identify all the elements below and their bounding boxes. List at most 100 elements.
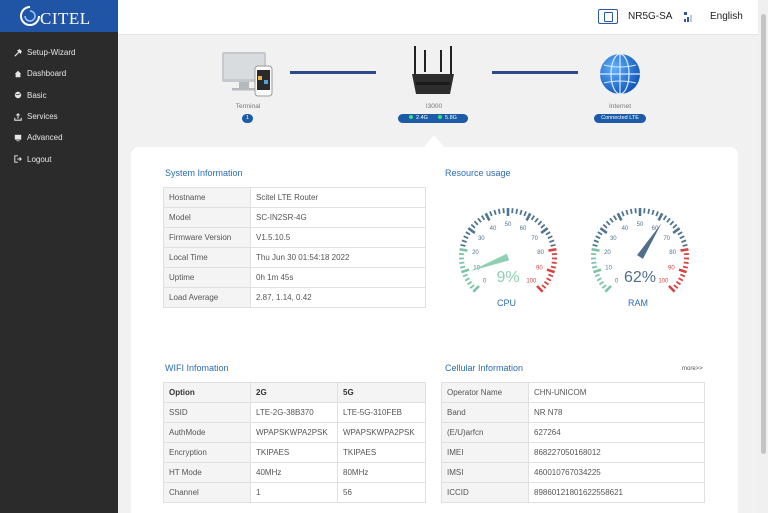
table-row: Firmware Version V1.5.10.5	[163, 227, 426, 248]
row-key: Channel	[163, 482, 251, 503]
wrench-icon	[13, 48, 22, 57]
table-row: IMEI 868227050168012	[441, 442, 705, 463]
row-value: 460010767034225	[528, 462, 705, 483]
router-icon	[412, 46, 454, 94]
row-value: CHN-UNICOM	[528, 382, 705, 403]
top-header: NR5G-SA English	[118, 0, 758, 35]
gauge-tick-label: 100	[526, 279, 537, 285]
wifi-info-title: WIFI Infomation	[165, 363, 229, 373]
table-row: Load Average 2.87, 1.14, 0.42	[163, 287, 426, 308]
brand-logo[interactable]: CITEL	[0, 0, 118, 32]
row-key: Band	[441, 402, 529, 423]
row-value: 0h 1m 45s	[250, 267, 426, 288]
row-value: 2.87, 1.14, 0.42	[250, 287, 426, 308]
router-label: I3000	[425, 103, 443, 110]
table-row: (E/U)arfcn 627264	[441, 422, 705, 443]
row-value: LTE-5G-310FEB	[337, 402, 426, 423]
cellular-more-link[interactable]: more>>	[682, 366, 703, 372]
sidebar-item-setup-wizard[interactable]: Setup-Wizard	[0, 42, 118, 63]
table-row: HT Mode 40MHz 80MHz	[163, 462, 426, 483]
sidebar-menu: Setup-Wizard Dashboard Basic Services Ad…	[0, 32, 118, 170]
gauge-tick-label: 80	[537, 250, 544, 256]
sidebar-item-logout[interactable]: Logout	[0, 148, 118, 169]
ram-gauge-label: RAM	[628, 298, 648, 308]
row-key: ICCID	[441, 482, 529, 503]
row-value: NR N78	[528, 402, 705, 423]
terminal-router-link	[290, 71, 376, 74]
gauge-tick-label: 0	[615, 279, 619, 285]
table-row: IMSI 460010767034225	[441, 462, 705, 483]
sidebar-item-basic[interactable]: Basic	[0, 85, 118, 106]
gauge-tick-label: 70	[531, 236, 538, 242]
row-value: 89860121801622558621	[528, 482, 705, 503]
row-value: 627264	[528, 422, 705, 443]
table-row: Encryption TKIPAES TKIPAES	[163, 442, 426, 463]
row-key: IMSI	[441, 462, 529, 483]
cellular-info-table: Operator Name CHN-UNICOM Band NR N78 (E/U)ar…	[441, 382, 705, 503]
gauge-tick-label: 0	[483, 279, 487, 285]
row-value: 1	[250, 482, 338, 503]
terminal-device-icon	[222, 52, 273, 97]
gauge-tick-label: 20	[604, 250, 611, 256]
band-2g-label: 2.4G	[416, 115, 428, 121]
gauge-tick-label: 90	[668, 265, 675, 271]
row-value: 40MHz	[250, 462, 338, 483]
row-key: Local Time	[163, 247, 251, 268]
logo-swirl-icon	[20, 6, 40, 26]
row-key: Firmware Version	[163, 227, 251, 248]
table-row: AuthMode WPAPSKWPA2PSK WPAPSKWPA2PSK	[163, 422, 426, 443]
sidebar-item-label: Logout	[27, 154, 52, 164]
row-value: Scitel LTE Router	[250, 187, 426, 208]
gauge-tick-label: 10	[605, 265, 612, 271]
sidebar-item-dashboard[interactable]: Dashboard	[0, 63, 118, 84]
row-key: (E/U)arfcn	[441, 422, 529, 443]
row-value: LTE-2G-38B370	[250, 402, 338, 423]
gauge-tick-label: 50	[505, 222, 512, 228]
row-key: Model	[163, 207, 251, 228]
band-2g-status-icon	[409, 115, 414, 120]
row-value: 80MHz	[337, 462, 426, 483]
language-selector[interactable]: English	[710, 11, 743, 22]
cpu-gauge-value: 9%	[496, 269, 519, 286]
row-key: Hostname	[163, 187, 251, 208]
cellular-info-title: Cellular Information	[445, 363, 524, 373]
sidebar-item-label: Advanced	[27, 133, 63, 143]
column-header: Option	[163, 382, 251, 403]
table-row: Hostname Scitel LTE Router	[163, 187, 426, 208]
band-5g-label: 5.8G	[445, 115, 457, 121]
router-internet-link	[492, 71, 578, 74]
gauge-tick-label: 70	[663, 236, 670, 242]
globe-icon	[13, 91, 22, 100]
table-row: Band NR N78	[441, 402, 705, 423]
router-band-badge[interactable]: 2.4G 5.8G	[398, 114, 468, 123]
sidebar-item-label: Setup-Wizard	[27, 48, 76, 58]
cloud-upload-icon	[13, 112, 22, 121]
gauge-tick-label: 80	[669, 250, 676, 256]
table-row: Operator Name CHN-UNICOM	[441, 382, 705, 403]
column-header: 2G	[250, 382, 338, 403]
table-row: ICCID 89860121801622558621	[441, 482, 705, 503]
gauge-tick-label: 30	[610, 236, 617, 242]
band-5g-status-icon	[438, 115, 443, 120]
row-key: Load Average	[163, 287, 251, 308]
internet-label: Internet	[608, 103, 632, 110]
table-row: Option 2G 5G	[163, 382, 426, 403]
logout-icon	[13, 155, 22, 164]
terminal-count-badge[interactable]: 1	[242, 114, 253, 123]
row-value: 868227050168012	[528, 442, 705, 463]
scrollbar-thumb[interactable]	[761, 14, 766, 454]
home-icon	[13, 69, 22, 78]
sidebar-item-label: Services	[27, 112, 58, 122]
gauge-tick-label: 40	[622, 226, 629, 232]
internet-status-badge[interactable]: Connected LTE	[594, 114, 646, 123]
sidebar-item-services[interactable]: Services	[0, 106, 118, 127]
sim-card-icon	[598, 9, 618, 24]
wifi-info-table: Option 2G 5G SSID LTE-2G-38B370 LTE-5G-310FEB…	[163, 382, 426, 503]
row-key: Encryption	[163, 442, 251, 463]
terminal-label: Terminal	[235, 103, 261, 110]
row-key: Operator Name	[441, 382, 529, 403]
row-value: V1.5.10.5	[250, 227, 426, 248]
row-value: TKIPAES	[337, 442, 426, 463]
row-key: Uptime	[163, 267, 251, 288]
sidebar-item-advanced[interactable]: Advanced	[0, 127, 118, 148]
